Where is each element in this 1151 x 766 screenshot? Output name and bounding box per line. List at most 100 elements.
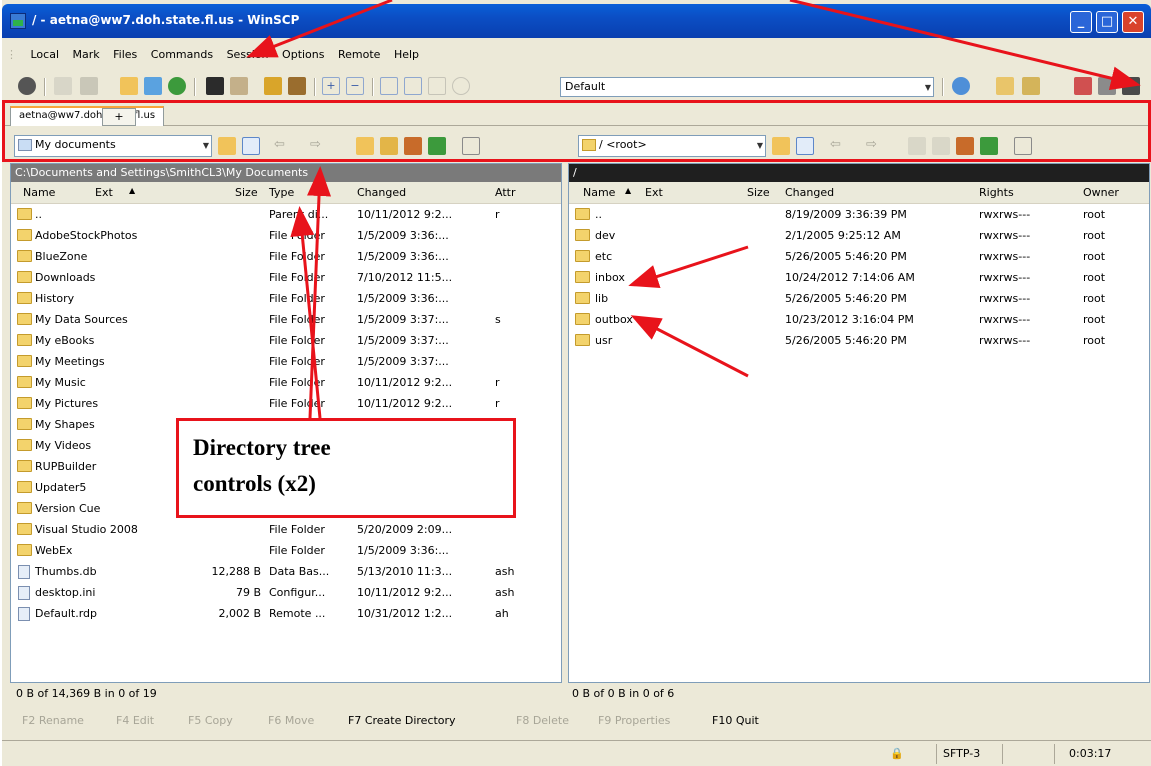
- session-options-icon[interactable]: [1022, 77, 1040, 95]
- edit-button[interactable]: F4 Edit: [116, 710, 154, 732]
- remote-location-select[interactable]: / <root> ▼: [578, 135, 766, 157]
- maximize-icon[interactable]: □: [1096, 11, 1118, 33]
- table-row[interactable]: AdobeStockPhotos File Folder 1/5/2009 3:36…: [11, 225, 561, 246]
- table-row[interactable]: Downloads File Folder 7/10/2012 11:5...: [11, 267, 561, 288]
- menu-local[interactable]: Local: [31, 44, 60, 66]
- table-row[interactable]: .. 8/19/2009 3:36:39 PM rwxrws--- root: [569, 204, 1149, 225]
- open-folder-icon[interactable]: [218, 137, 236, 155]
- title-bar[interactable]: / - aetna@ww7.doh.state.fl.us - WinSCP _…: [2, 4, 1151, 38]
- back-arrow-icon[interactable]: ⇦: [830, 137, 848, 155]
- root-directory-icon[interactable]: [380, 137, 398, 155]
- menu-commands[interactable]: Commands: [151, 44, 213, 66]
- tab-session[interactable]: aetna@ww7.doh.state.fl.us: [10, 106, 165, 126]
- table-row[interactable]: outbox 10/23/2012 3:16:04 PM rwxrws--- root: [569, 309, 1149, 330]
- binoculars-icon[interactable]: [288, 77, 306, 95]
- parent-directory-icon[interactable]: [908, 137, 926, 155]
- filter-funnel-icon[interactable]: [796, 137, 814, 155]
- select-minus-icon[interactable]: −: [346, 77, 364, 95]
- column-owner[interactable]: Owner: [1083, 186, 1119, 199]
- select-plus-icon[interactable]: +: [322, 77, 340, 95]
- minimize-icon[interactable]: _: [1070, 11, 1092, 33]
- menu-files[interactable]: Files: [113, 44, 137, 66]
- clear-selection-icon[interactable]: [428, 77, 446, 95]
- table-row[interactable]: My Music File Folder 10/11/2012 9:2... r: [11, 372, 561, 393]
- open-folder-icon[interactable]: [772, 137, 790, 155]
- root-directory-icon[interactable]: [932, 137, 950, 155]
- new-tab-button[interactable]: +: [102, 108, 136, 126]
- new-session-icon[interactable]: [996, 77, 1014, 95]
- table-row[interactable]: Thumbs.db 12,288 B Data Bas... 5/13/2010 11…: [11, 561, 561, 582]
- table-row[interactable]: desktop.ini 79 B Configur... 10/11/2012 9:2…: [11, 582, 561, 603]
- sessions-globe-icon[interactable]: [952, 77, 970, 95]
- table-row[interactable]: usr 5/26/2005 5:46:20 PM rwxrws--- root: [569, 330, 1149, 351]
- column-changed[interactable]: Changed: [357, 186, 406, 199]
- table-row[interactable]: Visual Studio 2008 File Folder 5/20/2009 2…: [11, 519, 561, 540]
- forward-arrow-icon[interactable]: ⇨: [866, 137, 884, 155]
- column-attr[interactable]: Attr: [495, 186, 515, 199]
- properties-button[interactable]: F9 Properties: [598, 710, 670, 732]
- filter-funnel-icon[interactable]: [242, 137, 260, 155]
- table-row[interactable]: Default.rdp 2,002 B Remote ... 10/31/2012 1…: [11, 603, 561, 624]
- remote-file-panel[interactable]: / Name ▲ Ext Size Changed Rights Owner .…: [568, 163, 1150, 683]
- column-ext[interactable]: Ext: [95, 186, 113, 199]
- copy-button[interactable]: F5 Copy: [188, 710, 233, 732]
- table-row[interactable]: .. Parent di... 10/11/2012 9:2... r: [11, 204, 561, 225]
- preferences-gear-icon[interactable]: [18, 77, 36, 95]
- refresh-icon[interactable]: [428, 137, 446, 155]
- local-location-select[interactable]: My documents ▼: [14, 135, 212, 157]
- menu-session[interactable]: Session: [227, 44, 269, 66]
- close-icon[interactable]: ✕: [1122, 11, 1144, 33]
- forward-arrow-icon[interactable]: ⇨: [310, 137, 328, 155]
- open-directory-icon[interactable]: [120, 77, 138, 95]
- column-ext[interactable]: Ext: [645, 186, 663, 199]
- synchronize-icon[interactable]: [144, 77, 162, 95]
- transfer-settings-select[interactable]: Default ▼: [560, 77, 934, 97]
- menu-help[interactable]: Help: [394, 44, 419, 66]
- restore-selection-icon[interactable]: [452, 77, 470, 95]
- refresh-icon[interactable]: [168, 77, 186, 95]
- rename-button[interactable]: F2 Rename: [22, 710, 84, 732]
- table-row[interactable]: My Meetings File Folder 1/5/2009 3:37:...: [11, 351, 561, 372]
- disconnect-icon[interactable]: [1074, 77, 1092, 95]
- quit-button[interactable]: F10 Quit: [712, 710, 759, 732]
- tree-toggle-icon[interactable]: [1014, 137, 1032, 155]
- column-changed[interactable]: Changed: [785, 186, 834, 199]
- table-row[interactable]: etc 5/26/2005 5:46:20 PM rwxrws--- root: [569, 246, 1149, 267]
- console-icon[interactable]: [206, 77, 224, 95]
- table-row[interactable]: inbox 10/24/2012 7:14:06 AM rwxrws--- root: [569, 267, 1149, 288]
- move-button[interactable]: F6 Move: [268, 710, 314, 732]
- back-arrow-icon[interactable]: ⇦: [274, 137, 292, 155]
- column-rights[interactable]: Rights: [979, 186, 1014, 199]
- column-name[interactable]: Name: [583, 186, 615, 199]
- column-size[interactable]: Size: [235, 186, 258, 199]
- refresh-icon[interactable]: [980, 137, 998, 155]
- table-row[interactable]: My Data Sources File Folder 1/5/2009 3:37:…: [11, 309, 561, 330]
- column-type[interactable]: Type: [269, 186, 294, 199]
- table-row[interactable]: My eBooks File Folder 1/5/2009 3:37:...: [11, 330, 561, 351]
- table-row[interactable]: History File Folder 1/5/2009 3:36:...: [11, 288, 561, 309]
- filter-icon[interactable]: [380, 77, 398, 95]
- create-directory-button[interactable]: F7 Create Directory: [348, 710, 456, 732]
- local-view-icon[interactable]: [54, 77, 72, 95]
- table-row[interactable]: My Pictures File Folder 10/11/2012 9:2... r: [11, 393, 561, 414]
- find-files-icon[interactable]: [264, 77, 282, 95]
- putty-icon[interactable]: [230, 77, 248, 95]
- table-row[interactable]: lib 5/26/2005 5:46:20 PM rwxrws--- root: [569, 288, 1149, 309]
- menu-options[interactable]: Options: [282, 44, 324, 66]
- delete-button[interactable]: F8 Delete: [516, 710, 569, 732]
- home-icon[interactable]: [404, 137, 422, 155]
- table-row[interactable]: BlueZone File Folder 1/5/2009 3:36:...: [11, 246, 561, 267]
- parent-directory-icon[interactable]: [356, 137, 374, 155]
- invert-selection-icon[interactable]: [404, 77, 422, 95]
- queue-icon[interactable]: [80, 77, 98, 95]
- menu-mark[interactable]: Mark: [73, 44, 100, 66]
- column-size[interactable]: Size: [747, 186, 770, 199]
- tree-toggle-icon[interactable]: [462, 137, 480, 155]
- column-name[interactable]: Name: [23, 186, 55, 199]
- table-row[interactable]: dev 2/1/2005 9:25:12 AM rwxrws--- root: [569, 225, 1149, 246]
- menu-remote[interactable]: Remote: [338, 44, 380, 66]
- close-session-icon[interactable]: [1122, 77, 1140, 95]
- home-icon[interactable]: [956, 137, 974, 155]
- save-session-icon[interactable]: [1098, 77, 1116, 95]
- table-row[interactable]: WebEx File Folder 1/5/2009 3:36:...: [11, 540, 561, 561]
